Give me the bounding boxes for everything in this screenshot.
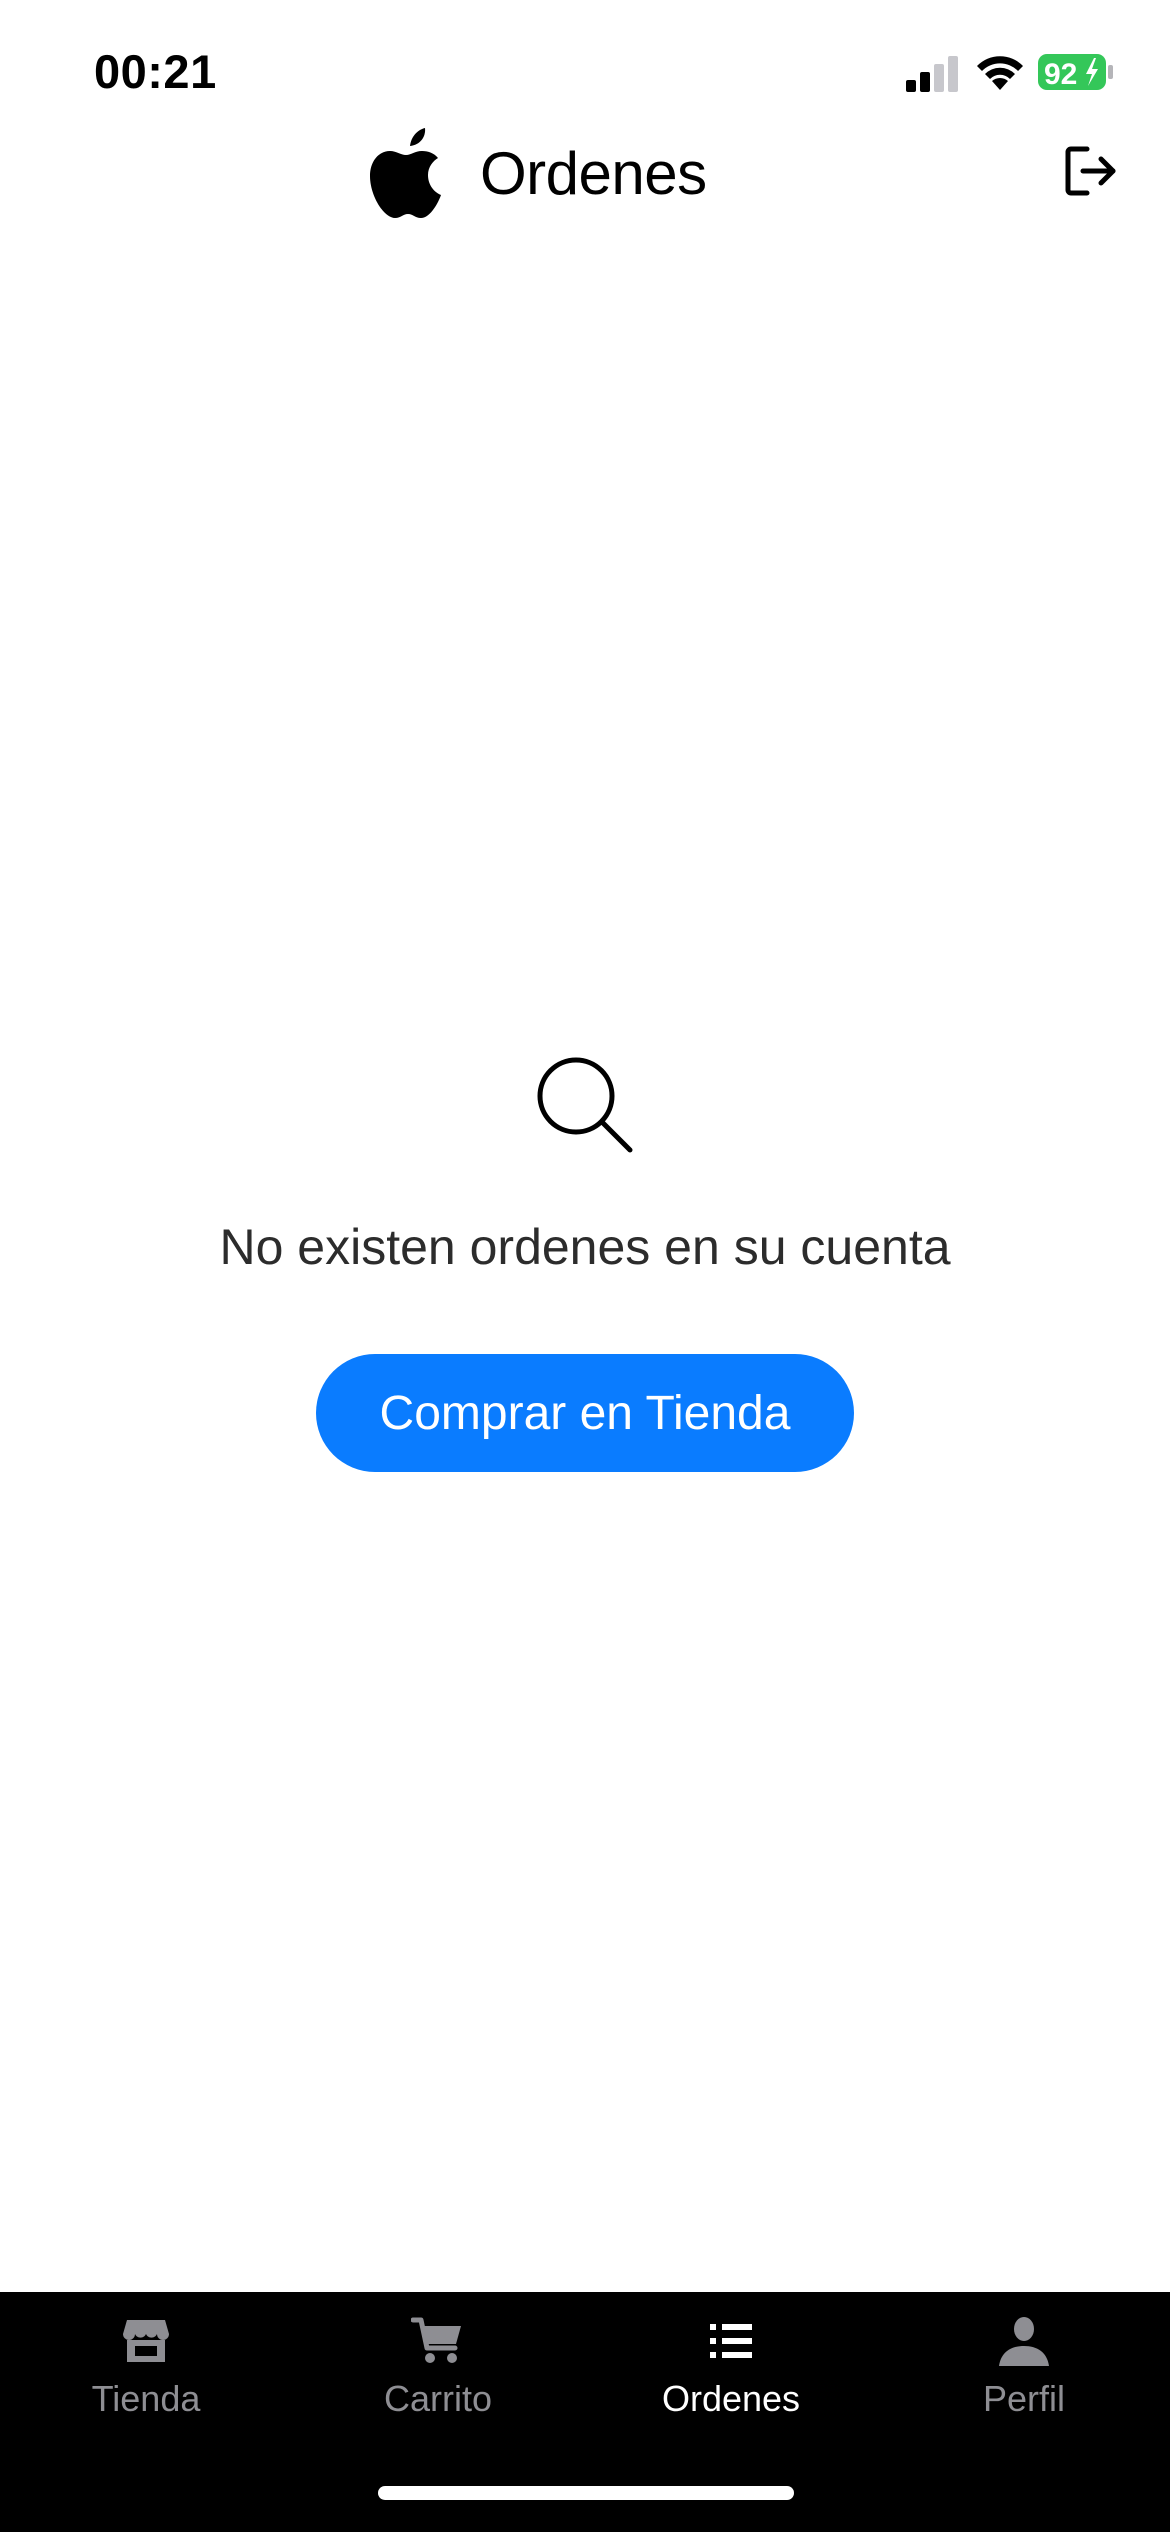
store-icon [123,2320,169,2362]
signal-icon [906,56,958,92]
battery-charging-icon: 92 [1038,54,1113,91]
logout-icon [1065,146,1116,196]
logout-button[interactable] [1056,136,1126,206]
header: Ordenes [0,118,1170,228]
tab-label: Ordenes [661,2378,801,2419]
tab-label: Carrito [383,2378,493,2419]
header-title-group: Ordenes [370,118,707,228]
tab-label: Perfil [982,2378,1066,2419]
tab-tienda[interactable]: Tienda [0,2314,292,2434]
page-title: Ordenes [480,139,707,207]
tab-label: Tienda [91,2378,201,2419]
list-icon [710,2324,752,2358]
apple-logo-icon [370,128,441,218]
empty-message: No existen ordenes en su cuenta [219,1219,951,1275]
cart-icon [411,2317,461,2363]
status-time: 00:21 [94,45,217,98]
wifi-icon [977,56,1023,90]
search-icon [537,1057,633,1153]
orders-screen: 00:21 92 Ordenes No existen ordenes en s… [0,0,1170,2532]
tab-carrito[interactable]: Carrito [292,2314,584,2434]
home-indicator [378,2486,794,2500]
tab-ordenes[interactable]: Ordenes [585,2314,877,2434]
person-icon [999,2317,1049,2366]
battery-level: 92 [1044,58,1077,91]
shop-in-store-button[interactable]: Comprar en Tienda [316,1354,854,1472]
empty-state: No existen ordenes en su cuenta Comprar … [0,1050,1170,1472]
tab-perfil[interactable]: Perfil [878,2314,1170,2434]
